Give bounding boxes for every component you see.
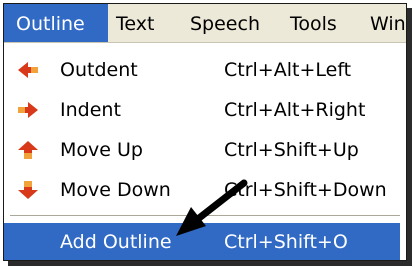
menu-item-move-up-shortcut: Ctrl+Shift+Up	[224, 139, 359, 161]
menu-item-indent-label: Indent	[60, 99, 121, 121]
menu-item-move-up-label: Move Up	[60, 139, 143, 161]
menu-text[interactable]: Text	[116, 4, 154, 42]
menu-item-add-outline-shortcut: Ctrl+Shift+O	[224, 231, 348, 253]
menu-speech[interactable]: Speech	[190, 4, 260, 42]
outline-dropdown-menu: Outdent Ctrl+Alt+Left Indent Ctrl+Alt+Ri…	[4, 43, 406, 260]
menu-outline[interactable]: Outline	[4, 4, 108, 42]
arrow-down-icon	[18, 181, 38, 199]
arrow-right-icon	[18, 102, 38, 118]
menu-window-label: Wind	[370, 13, 406, 35]
menu-item-add-outline-label: Add Outline	[60, 231, 172, 253]
menu-bar: Outline Text Speech Tools Wind	[4, 4, 406, 43]
menu-tools-label: Tools	[290, 13, 337, 35]
arrow-left-icon	[18, 62, 38, 78]
menu-item-move-up[interactable]: Move Up Ctrl+Shift+Up	[4, 131, 400, 169]
menu-item-indent[interactable]: Indent Ctrl+Alt+Right	[4, 91, 400, 129]
menu-item-add-outline[interactable]: Add Outline Ctrl+Shift+O	[4, 223, 400, 260]
menu-item-move-down[interactable]: Move Down Ctrl+Shift+Down	[4, 171, 400, 209]
menu-text-label: Text	[116, 13, 155, 35]
menu-item-move-down-label: Move Down	[60, 179, 171, 201]
menu-window[interactable]: Wind	[370, 4, 406, 42]
menu-speech-label: Speech	[190, 13, 260, 35]
menu-item-outdent[interactable]: Outdent Ctrl+Alt+Left	[4, 51, 400, 89]
menu-separator	[10, 215, 400, 217]
menu-outline-label: Outline	[16, 13, 85, 35]
menu-item-indent-shortcut: Ctrl+Alt+Right	[224, 99, 366, 121]
menu-item-move-down-shortcut: Ctrl+Shift+Down	[224, 179, 387, 201]
menu-item-outdent-shortcut: Ctrl+Alt+Left	[224, 59, 352, 81]
menu-tools[interactable]: Tools	[290, 4, 337, 42]
screenshot-frame: Outline Text Speech Tools Wind Outdent C…	[3, 3, 407, 261]
arrow-up-icon	[18, 141, 38, 159]
menu-item-outdent-label: Outdent	[60, 59, 138, 81]
